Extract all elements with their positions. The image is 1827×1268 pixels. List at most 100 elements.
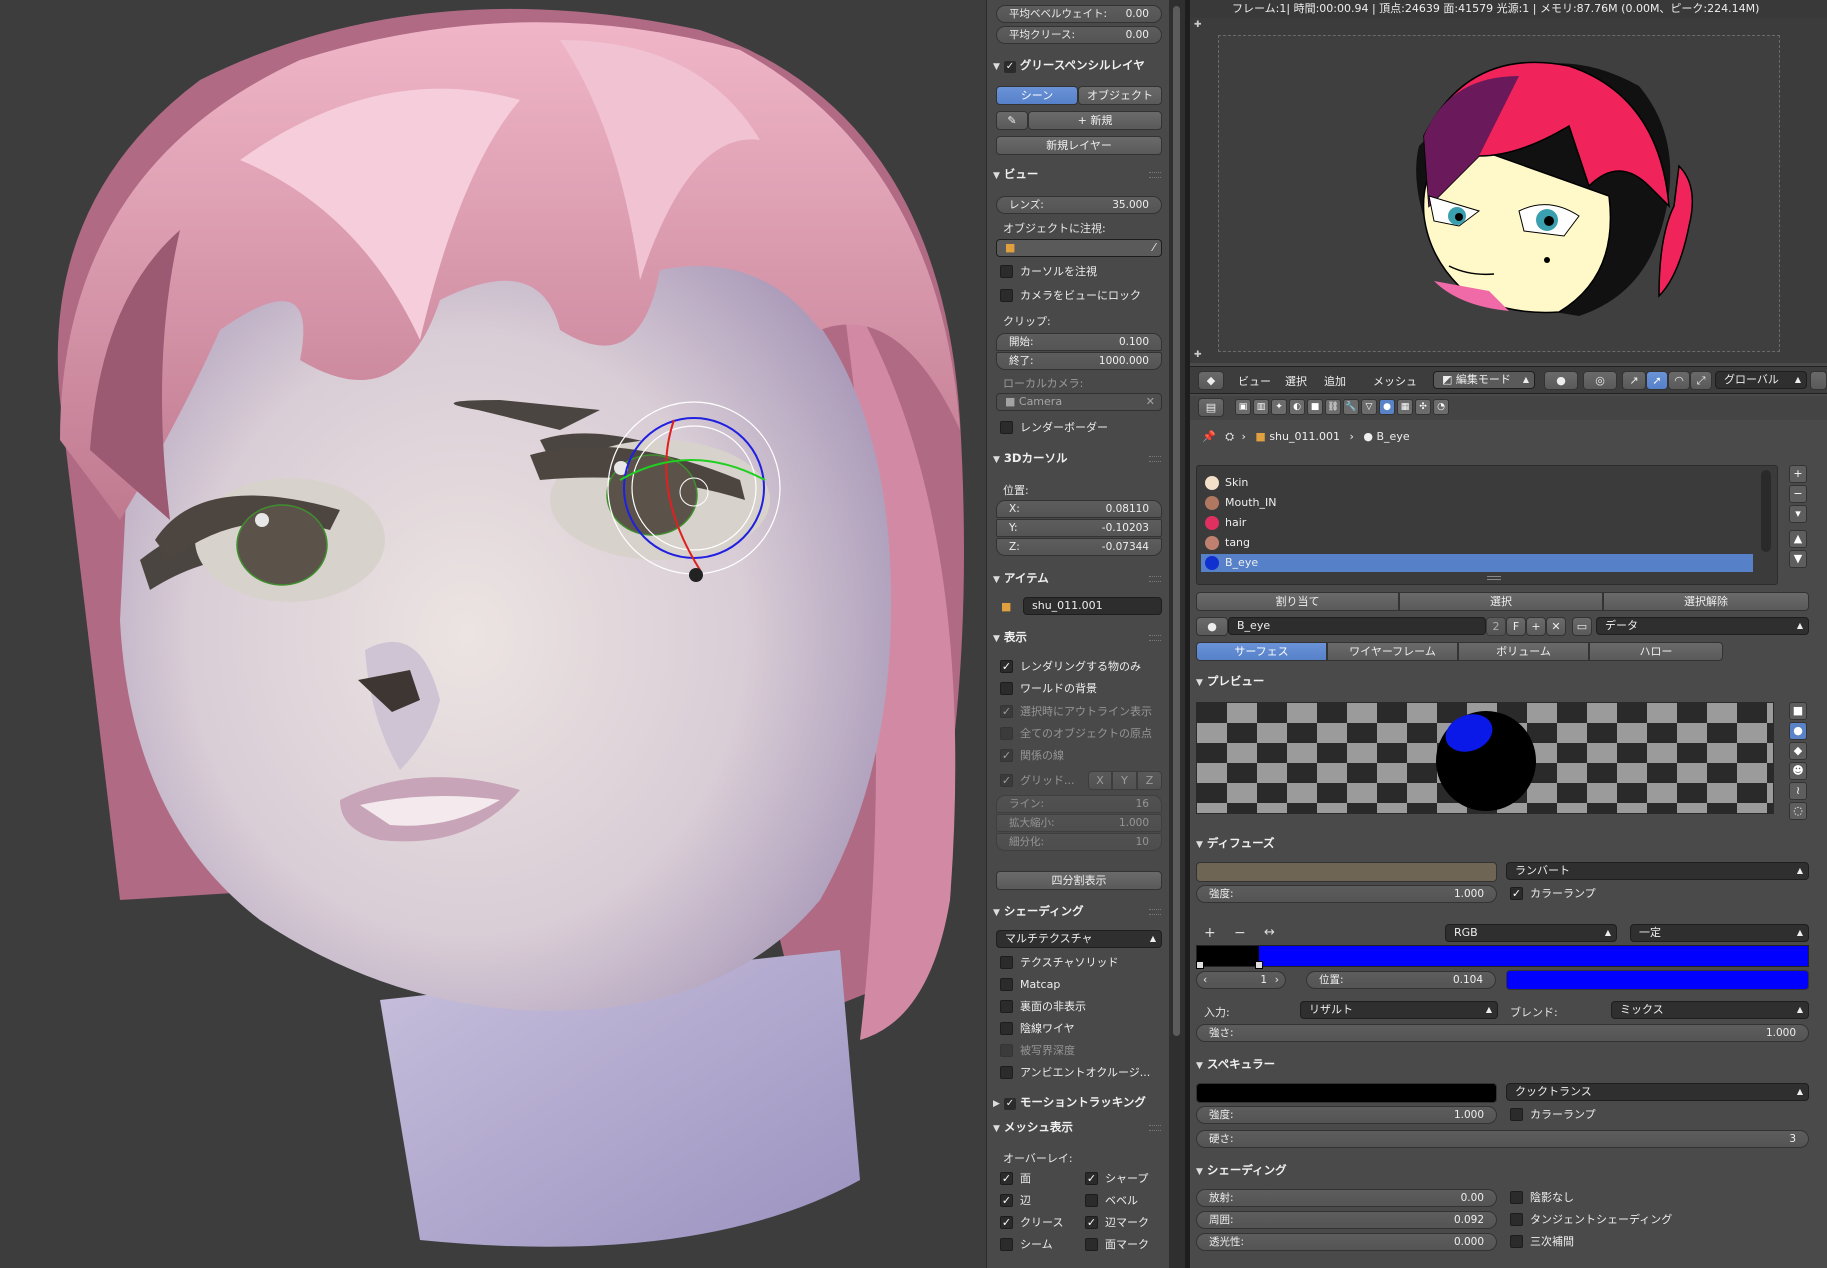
hidden-wire-checkbox[interactable]: 陰線ワイヤ bbox=[1000, 1022, 1075, 1036]
tab-material-2[interactable]: ボリューム bbox=[1458, 642, 1589, 661]
list-item[interactable]: hair bbox=[1201, 514, 1753, 532]
new-material-button[interactable]: + bbox=[1526, 617, 1546, 636]
ambient-occlusion-checkbox[interactable]: アンビエントオクルージ... bbox=[1000, 1066, 1150, 1080]
corner-widget-icon[interactable]: ✚ bbox=[1194, 350, 1202, 360]
material-tab-icon[interactable]: ● bbox=[1379, 399, 1395, 415]
specular-color-swatch[interactable] bbox=[1196, 1083, 1497, 1103]
tab-material-1[interactable]: ワイヤーフレーム bbox=[1327, 642, 1458, 661]
grid-floor-checkbox[interactable]: ✓ グリッド... bbox=[1000, 774, 1075, 788]
checkbox-box[interactable] bbox=[1085, 1238, 1098, 1251]
cursor-x-field[interactable]: X: 0.08110 bbox=[996, 500, 1162, 518]
only-render-checkbox[interactable]: ✓ レンダリングする物のみ bbox=[1000, 660, 1141, 674]
item-section-header[interactable]: ▼ アイテム bbox=[993, 570, 1049, 586]
axis-x-toggle[interactable]: X bbox=[1088, 771, 1112, 790]
checkbox-box[interactable] bbox=[1510, 1235, 1523, 1248]
new-layer-button[interactable]: 新規レイヤー bbox=[996, 136, 1162, 155]
move-slot-up-icon[interactable]: ▲ bbox=[1789, 530, 1807, 548]
tab-material-0[interactable]: サーフェス bbox=[1196, 642, 1327, 661]
modifiers-tab-icon[interactable]: 🔧 bbox=[1343, 399, 1359, 415]
preview-monkey-icon[interactable]: ☻ bbox=[1789, 762, 1807, 780]
move-slot-down-icon[interactable]: ▼ bbox=[1789, 550, 1807, 568]
mode-select[interactable]: ◩ 編集モード ▲ bbox=[1433, 371, 1535, 389]
preview-hair-icon[interactable]: ≀ bbox=[1789, 782, 1807, 800]
3d-cursor-section-header[interactable]: ▼ 3Dカーソル bbox=[993, 450, 1067, 466]
checkbox-box[interactable] bbox=[1000, 421, 1013, 434]
rotate-manipulator-button[interactable]: ◠ bbox=[1668, 371, 1690, 390]
list-scrollbar[interactable] bbox=[1761, 470, 1771, 552]
lock-camera-checkbox[interactable]: カメラをビューにロック bbox=[1000, 289, 1141, 303]
emit-field[interactable]: 放射: 0.00 bbox=[1196, 1189, 1497, 1207]
drag-grip-icon[interactable] bbox=[1149, 456, 1161, 462]
ramp-stop-color-swatch[interactable] bbox=[1506, 970, 1809, 990]
mesh-display-section-header[interactable]: ▼ メッシュ表示 bbox=[993, 1119, 1073, 1135]
world-tab-icon[interactable]: ◐ bbox=[1289, 399, 1305, 415]
grease-pencil-section-header[interactable]: ▼ ✓ グリースペンシルレイヤ bbox=[993, 57, 1145, 73]
motion-tracking-section-header[interactable]: ▶ ✓ モーショントラッキング bbox=[993, 1094, 1146, 1110]
checkbox-box[interactable]: ✓ bbox=[1510, 887, 1523, 900]
checkbox-box[interactable] bbox=[1000, 978, 1013, 991]
orientation-select[interactable]: グローバル ▲ bbox=[1715, 371, 1807, 389]
specular-shader-select[interactable]: クックトランス ▲ bbox=[1506, 1083, 1809, 1101]
translucency-field[interactable]: 透光性: 0.000 bbox=[1196, 1233, 1497, 1251]
close-icon[interactable]: ✕ bbox=[1146, 394, 1155, 410]
diffuse-section-header[interactable]: ▼ ディフューズ bbox=[1196, 835, 1275, 851]
texture-solid-checkbox[interactable]: テクスチャソリッド bbox=[1000, 956, 1119, 970]
drag-grip-icon[interactable] bbox=[1149, 909, 1161, 915]
assign-button[interactable]: 割り当て bbox=[1196, 592, 1399, 611]
constraints-tab-icon[interactable]: ⛓ bbox=[1325, 399, 1341, 415]
scene-tab-icon[interactable]: ✦ bbox=[1271, 399, 1287, 415]
checkbox-box[interactable]: ✓ bbox=[1000, 705, 1013, 718]
world-background-checkbox[interactable]: ワールドの背景 bbox=[1000, 682, 1097, 696]
particles-tab-icon[interactable]: ✣ bbox=[1415, 399, 1431, 415]
cursor-y-field[interactable]: Y: -0.10203 bbox=[996, 519, 1162, 537]
list-item[interactable]: B_eye bbox=[1201, 554, 1753, 572]
sharp-checkbox[interactable]: ✓ シャープ bbox=[1085, 1172, 1148, 1186]
tab-scene[interactable]: シーン bbox=[996, 86, 1078, 105]
fake-user-button[interactable]: F bbox=[1506, 617, 1526, 636]
pencil-dropdown[interactable]: ✎ bbox=[996, 111, 1028, 130]
display-section-header[interactable]: ▼ 表示 bbox=[993, 629, 1027, 645]
checkbox-box[interactable] bbox=[1000, 1044, 1013, 1057]
editor-type-button[interactable]: ◆ bbox=[1198, 371, 1224, 390]
preview-sphere-icon[interactable]: ● bbox=[1789, 722, 1807, 740]
ramp-input-select[interactable]: リザルト ▲ bbox=[1300, 1001, 1498, 1019]
clip-end-field[interactable]: 終了: 1000.000 bbox=[996, 352, 1162, 370]
list-item[interactable]: tang bbox=[1201, 534, 1753, 552]
preview-flat-icon[interactable]: ■ bbox=[1789, 702, 1807, 720]
ramp-blend-select[interactable]: ミックス ▲ bbox=[1611, 1001, 1809, 1019]
ambient-field[interactable]: 周囲: 0.092 bbox=[1196, 1211, 1497, 1229]
ramp-stop-handle[interactable] bbox=[1196, 961, 1204, 969]
menu-select[interactable]: 選択 bbox=[1285, 373, 1307, 389]
cubic-interpolation-checkbox[interactable]: 三次補間 bbox=[1510, 1235, 1574, 1249]
material-browse-button[interactable]: ● bbox=[1196, 617, 1228, 636]
ramp-stop-index-field[interactable]: ‹ 1 › bbox=[1196, 971, 1286, 989]
lens-field[interactable]: レンズ: 35.000 bbox=[996, 196, 1162, 214]
view-section-header[interactable]: ▼ ビュー bbox=[993, 166, 1038, 182]
face-marks-checkbox[interactable]: 面マーク bbox=[1085, 1238, 1149, 1252]
render-border-checkbox[interactable]: レンダーボーダー bbox=[1000, 421, 1108, 435]
grid-subdiv-field[interactable]: 細分化: 10 bbox=[996, 833, 1162, 851]
relationship-lines-checkbox[interactable]: ✓ 関係の線 bbox=[1000, 749, 1064, 763]
local-camera-field[interactable]: ■ Camera ✕ bbox=[996, 393, 1162, 411]
specular-intensity-field[interactable]: 強度: 1.000 bbox=[1196, 1106, 1497, 1124]
checkbox-box[interactable]: ✓ bbox=[1000, 1172, 1013, 1185]
copy-material-button[interactable]: ▭ bbox=[1572, 617, 1592, 636]
drag-grip-icon[interactable] bbox=[1149, 635, 1161, 641]
preview-section-header[interactable]: ▼ プレビュー bbox=[1196, 673, 1264, 689]
texture-tab-icon[interactable]: ▦ bbox=[1397, 399, 1413, 415]
select-button[interactable]: 選択 bbox=[1399, 592, 1603, 611]
new-grease-button[interactable]: + 新規 bbox=[1028, 111, 1162, 130]
tab-material-3[interactable]: ハロー bbox=[1589, 642, 1723, 661]
material-name-input[interactable]: B_eye bbox=[1228, 617, 1486, 635]
checkbox-box[interactable] bbox=[1000, 956, 1013, 969]
checkbox-icon[interactable]: ✓ bbox=[1003, 61, 1016, 73]
diffuse-intensity-field[interactable]: 強度: 1.000 bbox=[1196, 885, 1497, 903]
quad-view-button[interactable]: 四分割表示 bbox=[996, 871, 1162, 890]
specular-section-header[interactable]: ▼ スペキュラー bbox=[1196, 1056, 1275, 1072]
checkbox-box[interactable]: ✓ bbox=[1000, 1216, 1013, 1229]
checkbox-box[interactable]: ✓ bbox=[1000, 774, 1013, 787]
menu-mesh[interactable]: メッシュ bbox=[1373, 373, 1417, 389]
checkbox-box[interactable] bbox=[1000, 1022, 1013, 1035]
list-resize-grip-icon[interactable] bbox=[1487, 576, 1501, 580]
checkbox-box[interactable]: ✓ bbox=[1000, 1194, 1013, 1207]
